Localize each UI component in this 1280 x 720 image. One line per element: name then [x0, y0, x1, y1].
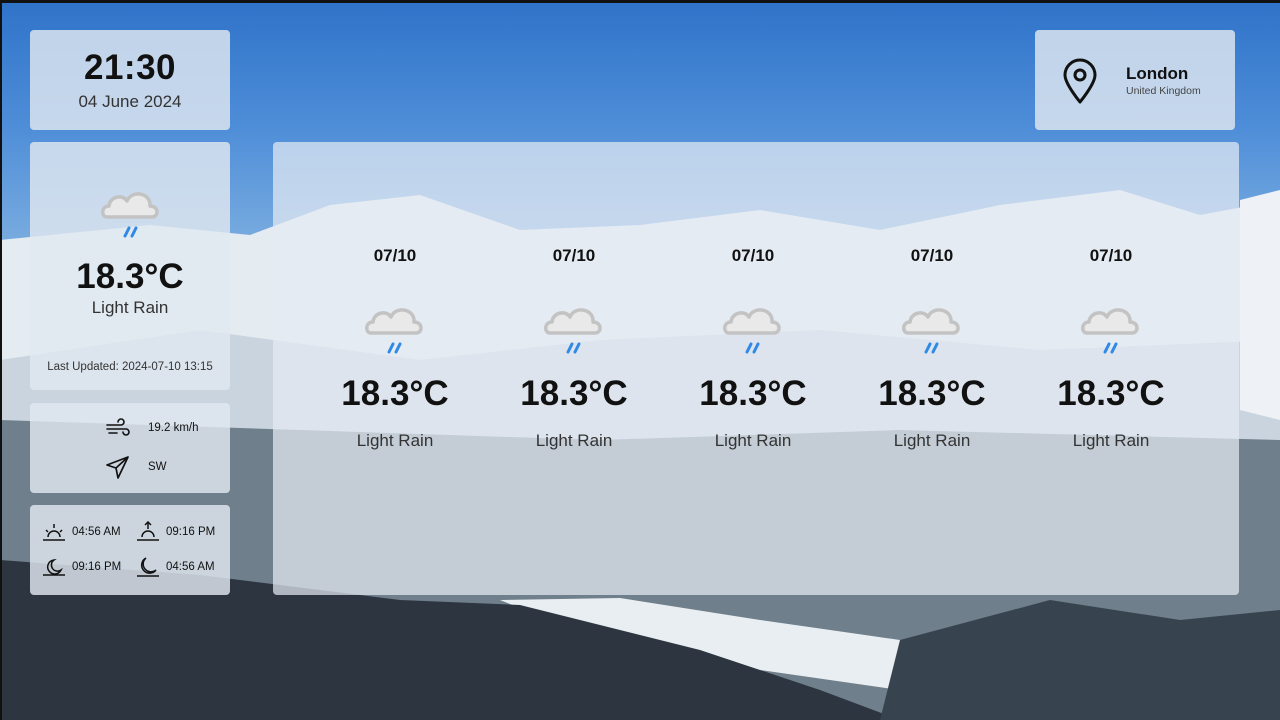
forecast-day: 07/10 18.3°C Light Rain — [852, 142, 1012, 595]
wind-speed-value: 19.2 km/h — [148, 422, 199, 434]
wind-direction-row: SW — [30, 454, 230, 482]
forecast-date: 07/10 — [731, 246, 775, 265]
forecast-date: 07/10 — [910, 246, 954, 265]
cloud-rain-icon — [1081, 308, 1139, 354]
location-country: United Kingdom — [1126, 85, 1201, 97]
sunset-time: 09:16 PM — [166, 526, 216, 538]
weather-dashboard: 21:30 04 June 2024 18.3°C Light Rain Las… — [0, 0, 1280, 720]
forecast-date: 07/10 — [373, 246, 417, 265]
forecast-day: 07/10 18.3°C Light Rain — [494, 142, 654, 595]
cloud-rain-icon — [544, 308, 602, 354]
forecast-condition: Light Rain — [535, 431, 613, 450]
forecast-date: 07/10 — [552, 246, 596, 265]
forecast-condition: Light Rain — [893, 431, 971, 450]
sunrise-icon — [43, 524, 65, 541]
forecast-day: 07/10 18.3°C Light Rain — [1031, 142, 1191, 595]
cloud-rain-icon — [902, 308, 960, 354]
current-temperature: 18.3°C — [76, 257, 184, 296]
forecast-temperature: 18.3°C — [520, 374, 628, 413]
forecast-condition: Light Rain — [1072, 431, 1150, 450]
current-weather-card: 18.3°C Light Rain Last Updated: 2024-07-… — [30, 142, 230, 390]
sunrise-time: 04:56 AM — [72, 526, 121, 538]
cloud-rain-icon — [365, 308, 423, 354]
clock-time: 21:30 — [83, 48, 177, 87]
wind-speed-row: 19.2 km/h — [30, 415, 230, 443]
forecast-panel: 07/10 18.3°C Light Rain 07/10 18.3°C Lig… — [273, 142, 1239, 595]
map-pin-icon — [1063, 58, 1097, 104]
moonset-icon — [137, 557, 159, 577]
moonrise-time: 09:16 PM — [72, 561, 122, 573]
location-city: London — [1126, 64, 1189, 83]
forecast-day: 07/10 18.3°C Light Rain — [315, 142, 475, 595]
clock-card: 21:30 04 June 2024 — [30, 30, 230, 130]
navigation-arrow-icon — [106, 456, 129, 479]
forecast-temperature: 18.3°C — [1057, 374, 1165, 413]
moonrise-icon — [43, 558, 65, 576]
forecast-date: 07/10 — [1089, 246, 1133, 265]
location-card[interactable]: London United Kingdom — [1035, 30, 1235, 130]
moonset-time: 04:56 AM — [166, 561, 215, 573]
current-condition: Light Rain — [91, 298, 169, 317]
wind-direction-value: SW — [148, 461, 167, 473]
cloud-rain-icon — [723, 308, 781, 354]
clock-date: 04 June 2024 — [78, 92, 182, 111]
sunset-icon — [137, 521, 159, 541]
forecast-condition: Light Rain — [714, 431, 792, 450]
wind-card: 19.2 km/h SW — [30, 403, 230, 493]
cloud-rain-icon — [101, 192, 159, 238]
forecast-condition: Light Rain — [356, 431, 434, 450]
forecast-temperature: 18.3°C — [878, 374, 986, 413]
last-updated-text: Last Updated: 2024-07-10 13:15 — [47, 361, 213, 373]
forecast-temperature: 18.3°C — [341, 374, 449, 413]
sun-moon-card: 04:56 AM 09:16 PM 09:16 PM 04:56 AM — [30, 505, 230, 595]
forecast-day: 07/10 18.3°C Light Rain — [673, 142, 833, 595]
wind-icon — [106, 418, 130, 436]
forecast-temperature: 18.3°C — [699, 374, 807, 413]
